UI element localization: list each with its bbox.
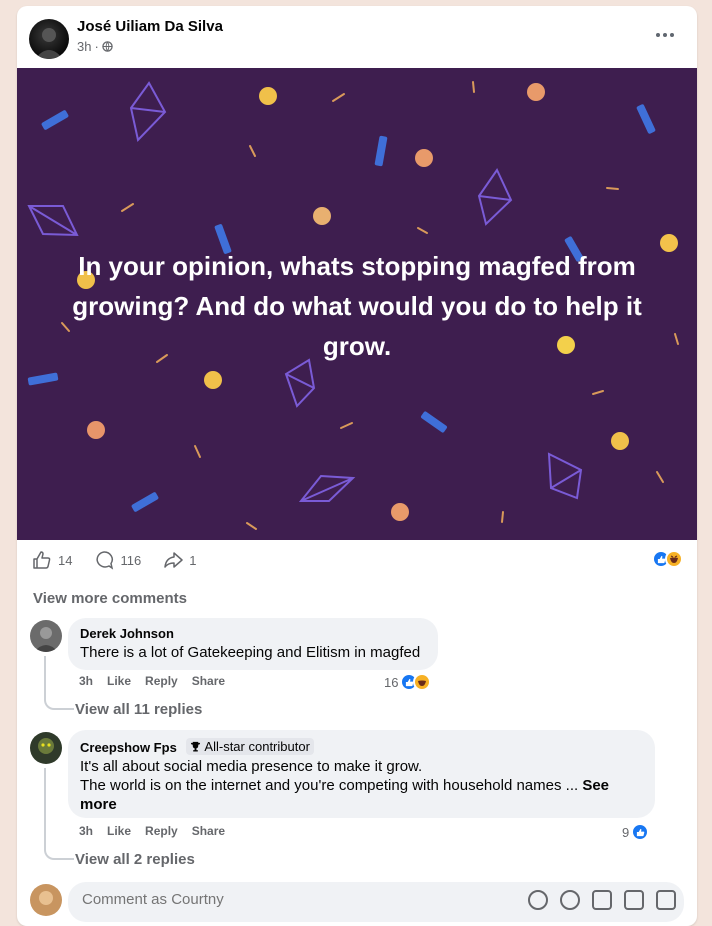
- post-meta: 3h ·: [77, 39, 113, 54]
- all-star-badge[interactable]: All-star contributor: [186, 738, 314, 755]
- thread-connector: [44, 768, 74, 860]
- current-user-avatar[interactable]: [30, 884, 62, 916]
- author-avatar[interactable]: [29, 19, 69, 59]
- share-arrow-icon: [164, 552, 183, 568]
- trophy-icon: [191, 741, 201, 752]
- commenter-name-row: Creepshow Fps All-star contributor: [80, 738, 643, 755]
- share-button[interactable]: 1: [163, 550, 196, 570]
- globe-icon: [102, 41, 113, 52]
- meta-separator: ·: [94, 39, 99, 54]
- like-icon: [631, 823, 650, 841]
- comment-bubble-icon: [96, 551, 114, 570]
- comment-input[interactable]: [80, 890, 504, 909]
- share-count: 1: [189, 552, 197, 568]
- comment-time[interactable]: 3h: [79, 674, 93, 688]
- comment-composer[interactable]: [68, 882, 684, 922]
- comment-text: It's all about social media presence to …: [80, 757, 643, 814]
- comment-time[interactable]: 3h: [79, 824, 93, 838]
- comment-reply-button[interactable]: Reply: [145, 824, 178, 838]
- thread-connector: [44, 656, 74, 710]
- view-replies-link[interactable]: View all 2 replies: [75, 851, 195, 868]
- commenter-avatar[interactable]: [30, 732, 62, 764]
- more-dot-icon: [670, 33, 674, 37]
- comment-count: 116: [120, 552, 142, 568]
- comment-bubble: Derek Johnson There is a lot of Gatekeep…: [68, 618, 438, 670]
- comment-reactions[interactable]: 9: [622, 823, 650, 841]
- badge-label: All-star contributor: [204, 739, 310, 754]
- like-button[interactable]: 14: [32, 550, 72, 570]
- comment-like-button[interactable]: Like: [107, 674, 131, 688]
- emoji-icon[interactable]: [560, 890, 580, 910]
- comment-button[interactable]: 116: [94, 550, 141, 570]
- more-options-button[interactable]: [647, 23, 683, 47]
- view-more-comments-link[interactable]: View more comments: [33, 590, 187, 607]
- post-time[interactable]: 3h: [77, 39, 91, 54]
- camera-icon[interactable]: [592, 890, 612, 910]
- comment-reaction-count: 16: [384, 674, 399, 690]
- comment-actions: 3h Like Reply Share: [79, 824, 225, 838]
- haha-icon: [665, 550, 683, 568]
- comment-reply-button[interactable]: Reply: [145, 674, 178, 688]
- like-count: 14: [58, 552, 73, 568]
- sticker-icon[interactable]: [656, 890, 676, 910]
- comment-text: There is a lot of Gatekeeping and Elitis…: [80, 644, 421, 661]
- thumbs-up-icon: [33, 551, 51, 569]
- comment-reaction-count: 9: [622, 824, 630, 840]
- post-reactions[interactable]: [652, 550, 683, 568]
- commenter-name[interactable]: Derek Johnson: [80, 626, 426, 641]
- author-name[interactable]: José Uiliam Da Silva: [77, 18, 223, 35]
- comment-share-button[interactable]: Share: [192, 674, 225, 688]
- composer-tools: [528, 890, 676, 910]
- comment-text-line: It's all about social media presence to …: [80, 758, 423, 775]
- post-actions: 14 116 1: [32, 548, 218, 572]
- post-background-banner[interactable]: In your opinion, whats stopping magfed f…: [17, 68, 697, 540]
- comment-like-button[interactable]: Like: [107, 824, 131, 838]
- comment-text-line: The world is on the internet and you're …: [80, 777, 583, 794]
- comment-share-button[interactable]: Share: [192, 824, 225, 838]
- post-card: José Uiliam Da Silva 3h · In your opinio…: [17, 6, 697, 926]
- more-dot-icon: [656, 33, 660, 37]
- gif-icon[interactable]: [624, 890, 644, 910]
- more-dot-icon: [663, 33, 667, 37]
- comment-reactions[interactable]: 16: [384, 673, 432, 691]
- comment-actions: 3h Like Reply Share: [79, 674, 225, 688]
- comment-bubble: Creepshow Fps All-star contributor It's …: [68, 730, 655, 818]
- haha-icon: [413, 673, 432, 691]
- commenter-name[interactable]: Creepshow Fps: [80, 740, 177, 755]
- commenter-avatar[interactable]: [30, 620, 62, 652]
- avatar-sticker-icon[interactable]: [528, 890, 548, 910]
- view-replies-link[interactable]: View all 11 replies: [75, 701, 202, 718]
- post-text: In your opinion, whats stopping magfed f…: [72, 251, 642, 361]
